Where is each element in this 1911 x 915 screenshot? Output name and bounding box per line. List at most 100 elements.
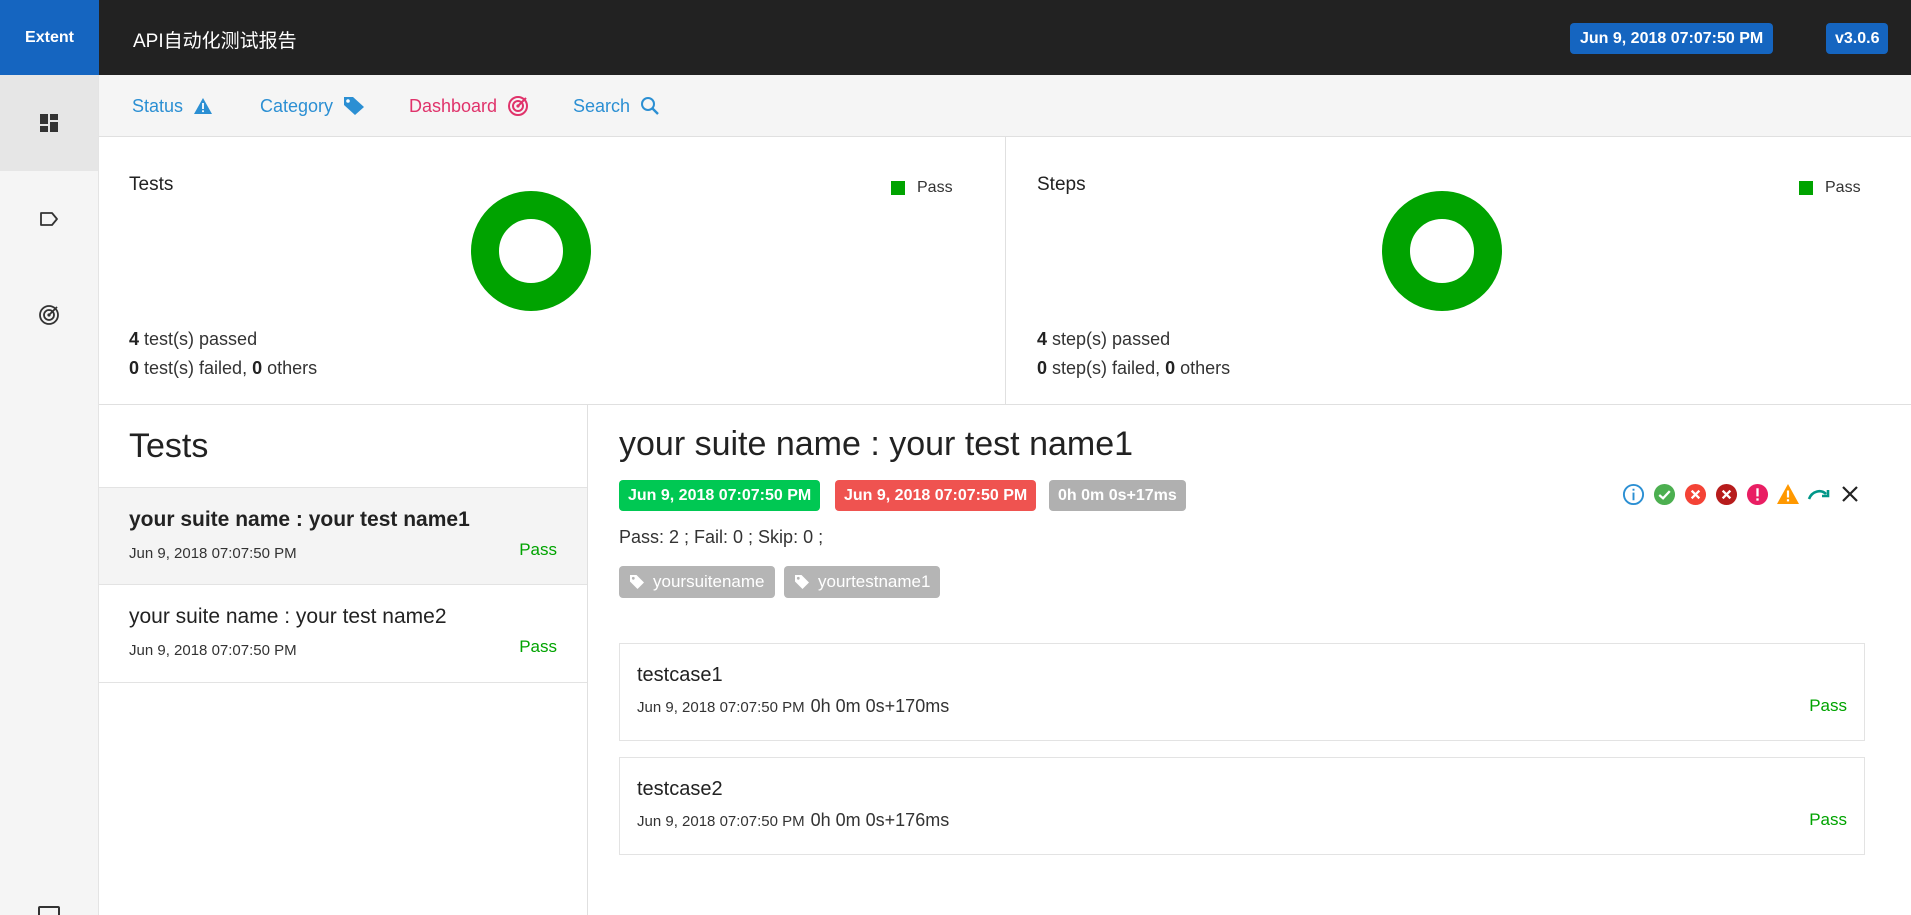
nav-category[interactable]: Category: [260, 75, 365, 137]
node-duration: 0h 0m 0s+176ms: [810, 810, 950, 830]
test-item-name: your suite name : your test name1: [129, 508, 470, 531]
monitor-icon: [38, 906, 60, 915]
tests-summary-card: Tests Pass 4 test(s) passed 0 test(s) fa…: [99, 137, 1006, 405]
node-status: Pass: [1809, 810, 1847, 829]
steps-legend-label: Pass: [1825, 179, 1861, 196]
filter-fatal-button[interactable]: [1714, 482, 1738, 506]
test-node[interactable]: testcase2 Jun 9, 2018 07:07:50 PM 0h 0m …: [619, 757, 1865, 855]
search-icon: [641, 97, 659, 115]
filter-skip-button[interactable]: [1807, 482, 1831, 506]
steps-passed-label: step(s) passed: [1052, 329, 1171, 349]
nav-status-label: Status: [132, 95, 184, 116]
warning-icon: [1777, 484, 1799, 504]
node-time: Jun 9, 2018 07:07:50 PM: [637, 699, 805, 716]
nav-dashboard-label: Dashboard: [409, 95, 498, 116]
brand-logo[interactable]: Extent: [0, 0, 99, 75]
filter-error-button[interactable]: [1745, 482, 1769, 506]
tests-others-count: 0: [252, 358, 263, 378]
start-time-badge: Jun 9, 2018 07:07:50 PM: [619, 480, 821, 511]
test-item-time: Jun 9, 2018 07:07:50 PM: [129, 545, 297, 562]
version-badge: v3.0.6: [1826, 23, 1889, 54]
steps-failed-label: step(s) failed,: [1052, 358, 1161, 378]
node-duration: 0h 0m 0s+170ms: [810, 696, 950, 716]
report-date-badge: Jun 9, 2018 07:07:50 PM: [1570, 23, 1774, 54]
detail-title: your suite name : your test name1: [619, 425, 1134, 463]
tests-failed-stat: 0 test(s) failed, 0 others: [129, 358, 317, 379]
test-item-status: Pass: [519, 637, 557, 656]
test-list-item[interactable]: your suite name : your test name1 Jun 9,…: [99, 487, 587, 585]
test-list-heading: Tests: [129, 427, 209, 465]
close-icon: [1842, 486, 1858, 502]
node-time: Jun 9, 2018 07:07:50 PM: [637, 813, 805, 830]
check-circle-icon: [1653, 483, 1675, 505]
fail-circle-icon: [1684, 483, 1706, 505]
nav-category-label: Category: [260, 95, 334, 116]
status-counts: Pass: 2 ; Fail: 0 ; Skip: 0 ;: [619, 527, 824, 547]
tag-icon: [40, 212, 58, 226]
steps-legend: Pass: [1799, 179, 1861, 197]
steps-donut-pass-segment: [1382, 191, 1502, 311]
nav-search-label: Search: [573, 95, 631, 116]
dashboard-icon: [40, 114, 58, 132]
steps-passed-stat: 4 step(s) passed: [1037, 329, 1170, 350]
warning-icon: [194, 98, 213, 114]
tag-icon: [344, 97, 365, 115]
tag-icon: [795, 575, 809, 589]
steps-summary-card: Steps Pass 4 step(s) passed 0 step(s) fa…: [1006, 137, 1911, 405]
filter-pass-button[interactable]: [1652, 482, 1676, 506]
tests-donut-chart: [471, 191, 591, 311]
report-title: API自动化测试报告: [133, 31, 297, 52]
radar-icon: [508, 96, 529, 116]
tests-passed-count: 4: [129, 329, 140, 349]
status-filter-toolbar: [1621, 480, 1862, 508]
nav-dashboard[interactable]: Dashboard: [409, 75, 529, 137]
top-header: Extent API自动化测试报告 Jun 9, 2018 07:07:50 P…: [0, 0, 1911, 75]
category-tag[interactable]: yoursuitename: [619, 566, 775, 598]
tests-card-title: Tests: [129, 174, 174, 195]
test-item-time: Jun 9, 2018 07:07:50 PM: [129, 642, 297, 659]
filter-warning-button[interactable]: [1776, 482, 1800, 506]
filter-fail-button[interactable]: [1683, 482, 1707, 506]
steps-card-title: Steps: [1037, 174, 1086, 195]
pass-swatch: [891, 181, 905, 195]
sub-navigation: Status Category Dashboard Search: [99, 75, 1911, 137]
steps-donut-chart: [1382, 191, 1502, 311]
steps-passed-count: 4: [1037, 329, 1048, 349]
clear-filter-button[interactable]: [1838, 482, 1862, 506]
filter-info-button[interactable]: [1621, 482, 1645, 506]
node-meta: Jun 9, 2018 07:07:50 PM 0h 0m 0s+176ms: [637, 810, 949, 831]
radar-icon: [39, 305, 59, 325]
steps-failed-count: 0: [1037, 358, 1048, 378]
tests-others-label: others: [267, 358, 318, 378]
sidebar-item-dashboard[interactable]: [0, 75, 98, 171]
test-node[interactable]: testcase1 Jun 9, 2018 07:07:50 PM 0h 0m …: [619, 643, 1865, 741]
steps-others-label: others: [1180, 358, 1231, 378]
test-detail-pane: your suite name : your test name1 Jun 9,…: [589, 405, 1911, 915]
nav-status[interactable]: Status: [132, 75, 213, 137]
node-meta: Jun 9, 2018 07:07:50 PM 0h 0m 0s+170ms: [637, 696, 949, 717]
tests-passed-stat: 4 test(s) passed: [129, 329, 257, 350]
node-name: testcase2: [637, 778, 723, 800]
test-list-item[interactable]: your suite name : your test name2 Jun 9,…: [99, 585, 587, 683]
test-item-status: Pass: [519, 540, 557, 559]
node-name: testcase1: [637, 664, 723, 686]
tests-failed-count: 0: [129, 358, 140, 378]
info-icon: [1622, 483, 1644, 505]
duration-badge: 0h 0m 0s+17ms: [1049, 480, 1186, 511]
pass-swatch: [1799, 181, 1813, 195]
tests-donut-pass-segment: [471, 191, 591, 311]
test-list-pane: Tests your suite name : your test name1 …: [99, 405, 588, 915]
sidebar-item-dashboard-radar[interactable]: [0, 267, 98, 363]
tests-legend-label: Pass: [917, 179, 953, 196]
tests-passed-label: test(s) passed: [144, 329, 258, 349]
category-tag[interactable]: yourtestname1: [784, 566, 941, 598]
fatal-circle-icon: [1715, 483, 1737, 505]
sidebar-item-category[interactable]: [0, 171, 98, 267]
node-status: Pass: [1809, 696, 1847, 715]
sidebar-item-environment[interactable]: [0, 901, 98, 915]
tag-icon: [630, 575, 644, 589]
nav-search[interactable]: Search: [573, 75, 660, 137]
test-item-name: your suite name : your test name2: [129, 605, 447, 628]
steps-failed-stat: 0 step(s) failed, 0 others: [1037, 358, 1230, 379]
steps-others-count: 0: [1165, 358, 1176, 378]
